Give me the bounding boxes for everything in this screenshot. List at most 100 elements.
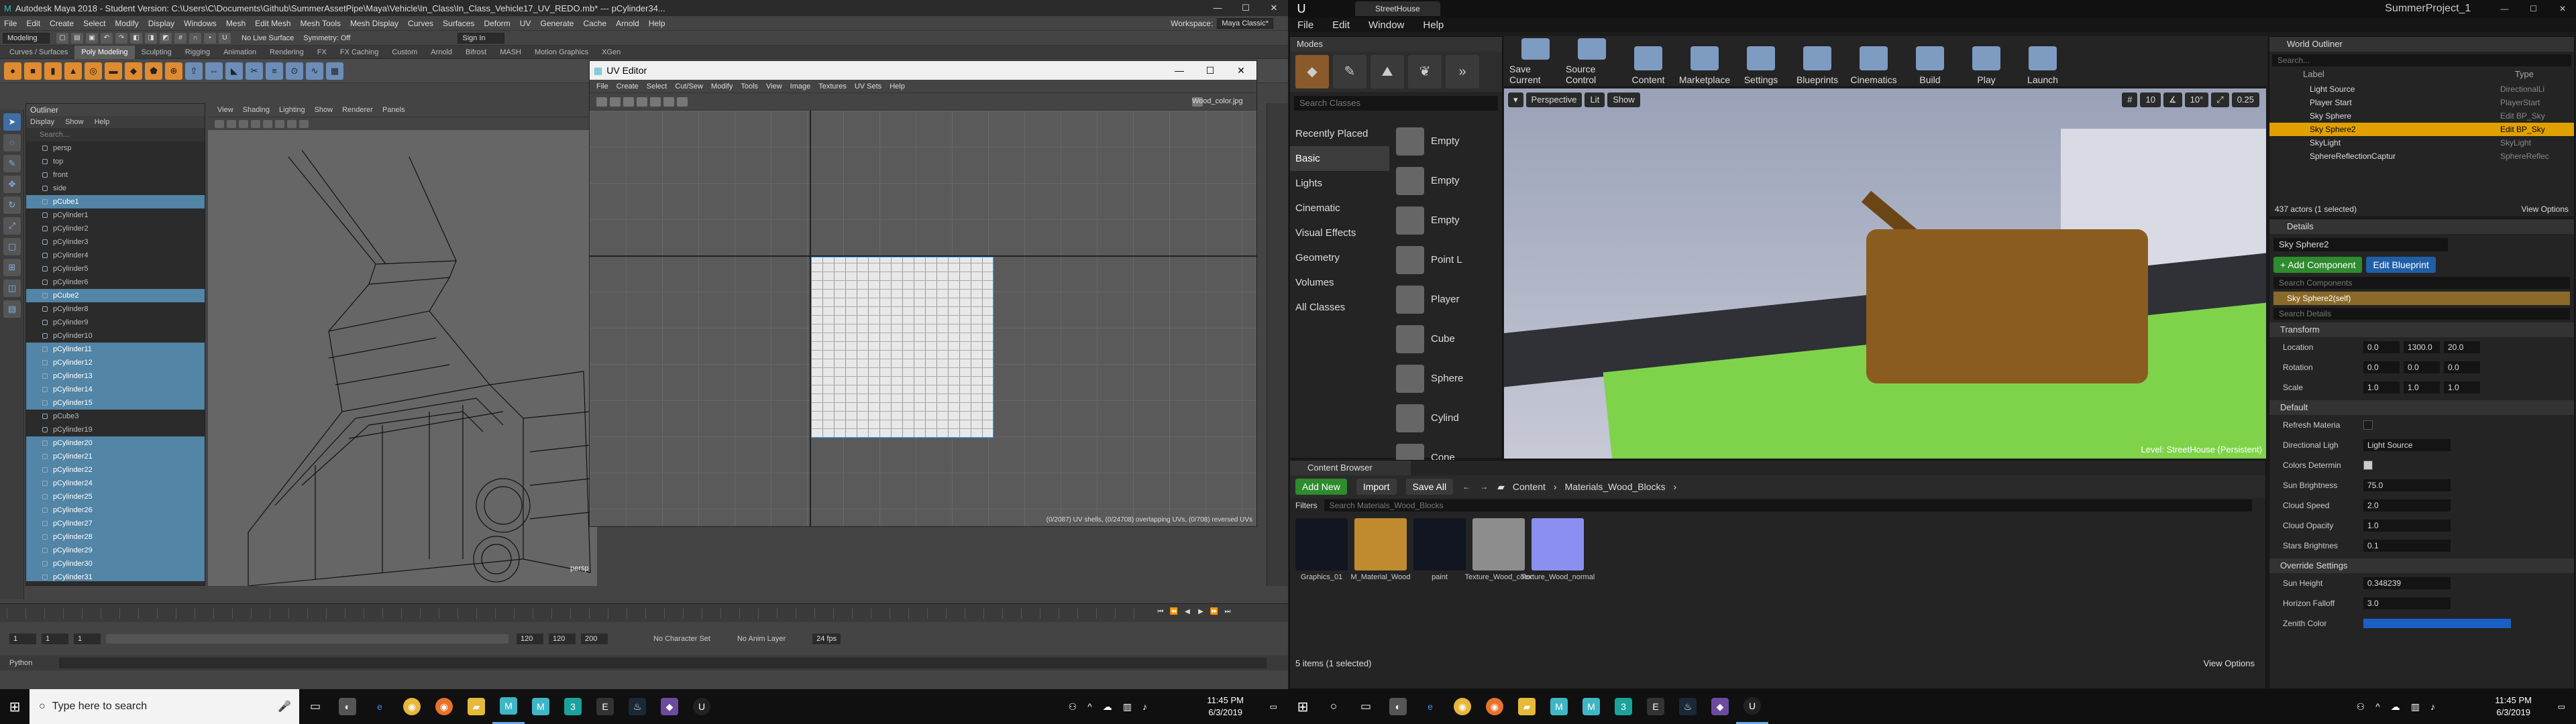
playback-button[interactable]: ⏩ <box>1209 608 1220 617</box>
playback-button[interactable]: ◀ <box>1182 608 1193 617</box>
viewport-menu-renderer[interactable]: Renderer <box>342 106 373 114</box>
select-object-icon[interactable]: ◨ <box>145 32 157 44</box>
command-input[interactable] <box>59 658 1267 668</box>
uv-menu-textures[interactable]: Textures <box>818 82 847 90</box>
mode-dropdown[interactable]: Modeling <box>3 32 50 44</box>
show-button[interactable]: Show <box>1607 93 1640 107</box>
chevron-up-icon[interactable]: ^ <box>1087 701 1092 712</box>
task-view-icon[interactable]: ▭ <box>299 689 331 724</box>
uv-menu-create[interactable]: Create <box>616 82 639 90</box>
outliner-item[interactable]: pCylinder5 <box>26 262 205 276</box>
network-icon-2[interactable]: ▥ <box>2411 701 2420 713</box>
uv-maximize-button[interactable]: ☐ <box>1195 65 1226 76</box>
uv-texture-tile[interactable] <box>811 257 994 438</box>
multi-cut-icon[interactable]: ✂ <box>246 62 263 80</box>
rotate-snap-icon[interactable]: ∡ <box>2163 93 2182 107</box>
uv-menu-tools[interactable]: Tools <box>741 82 758 90</box>
anim-layer[interactable]: No Anim Layer <box>737 635 786 643</box>
windows-start-icon[interactable]: ⊞ <box>0 689 30 724</box>
layout-outliner-icon[interactable]: ▤ <box>3 300 21 318</box>
grid-icon[interactable] <box>227 119 236 128</box>
toolbar-marketplace-button[interactable]: Marketplace <box>1678 38 1731 85</box>
maya-menu-curves[interactable]: Curves <box>408 19 433 28</box>
outliner-menu-display[interactable]: Display <box>30 118 54 126</box>
new-scene-icon[interactable]: ▢ <box>56 32 68 44</box>
extrude-icon[interactable]: ⇧ <box>185 62 203 80</box>
viewport-menu-panels[interactable]: Panels <box>382 106 405 114</box>
uv-snapshot-icon[interactable] <box>677 97 688 107</box>
uv-select-icon[interactable] <box>596 97 607 107</box>
world-outliner-tab[interactable]: World Outliner <box>2269 37 2574 52</box>
mode-category-all-classes[interactable]: All Classes <box>1290 295 1389 320</box>
shelf-tab-arnold[interactable]: Arnold <box>424 46 459 59</box>
grid-snap-icon[interactable]: # <box>2122 93 2138 107</box>
firefox-icon-2[interactable]: ◉ <box>1479 689 1511 724</box>
outliner-actor-row[interactable]: SphereReflectionCaptur SphereReflec <box>2269 149 2574 163</box>
perspective-button[interactable]: Perspective <box>1525 93 1582 107</box>
asset-tile[interactable]: paint <box>1413 518 1466 581</box>
scale-z[interactable]: 1.0 <box>2444 381 2480 394</box>
place-item[interactable]: Point L <box>1391 240 1499 280</box>
uv-menu-uv-sets[interactable]: UV Sets <box>855 82 881 90</box>
place-item[interactable]: Player <box>1391 280 1499 319</box>
outliner-item[interactable]: pCylinder10 <box>26 329 205 343</box>
range-end2-field[interactable]: 120 <box>549 634 576 644</box>
mode-category-cinematic[interactable]: Cinematic <box>1290 196 1389 221</box>
mode-category-volumes[interactable]: Volumes <box>1290 270 1389 295</box>
stars-brightness-field[interactable]: 0.1 <box>2363 540 2451 552</box>
shelf-tab-motion-graphics[interactable]: Motion Graphics <box>528 46 595 59</box>
filters-button[interactable]: Filters <box>1295 501 1318 510</box>
bevel-icon[interactable]: ◣ <box>225 62 243 80</box>
shelf-tab-custom[interactable]: Custom <box>385 46 424 59</box>
taskbar-search[interactable]: ○ Type here to search 🎤 <box>30 689 299 724</box>
toolbar-settings-button[interactable]: Settings <box>1735 38 1787 85</box>
mode-category-recently-placed[interactable]: Recently Placed <box>1290 121 1389 146</box>
ue-menu-edit[interactable]: Edit <box>1332 19 1350 31</box>
crumb-content[interactable]: Content <box>1513 481 1546 492</box>
chevron-right-icon[interactable]: › <box>1674 481 1677 492</box>
torus-tool-icon[interactable]: ◎ <box>85 62 102 80</box>
outliner-item[interactable]: pCylinder26 <box>26 503 205 517</box>
maya-menu-edit-mesh[interactable]: Edit Mesh <box>255 19 290 28</box>
ue-minimize-button[interactable]: — <box>2491 4 2518 13</box>
search-components-input[interactable]: Search Components <box>2273 277 2570 289</box>
save-scene-icon[interactable]: ▣ <box>86 32 98 44</box>
outliner-menu-help[interactable]: Help <box>95 118 110 126</box>
volume-icon[interactable]: ♪ <box>1142 701 1147 712</box>
taskbar-clock[interactable]: 11:45 PM 6/3/2019 <box>1207 695 1244 719</box>
lights-icon[interactable] <box>275 119 284 128</box>
directional-light-dropdown[interactable]: Light Source <box>2363 439 2451 451</box>
maya-menu-create[interactable]: Create <box>50 19 74 28</box>
rotate-tool-icon[interactable]: ↻ <box>3 196 21 214</box>
chrome-icon[interactable]: ◉ <box>396 689 428 724</box>
maya-menu-help[interactable]: Help <box>649 19 665 28</box>
search-classes-input[interactable]: Search Classes <box>1294 96 1498 111</box>
task-view-icon-2[interactable]: ▭ <box>1350 689 1382 724</box>
refresh-material-checkbox[interactable] <box>2363 420 2373 430</box>
place-item[interactable]: Empty <box>1391 121 1499 161</box>
sun-height-field[interactable]: 0.348239 <box>2363 577 2451 589</box>
transform-section[interactable]: Transform <box>2269 322 2574 337</box>
unreal-taskbar-icon[interactable]: U <box>686 689 718 724</box>
playback-button[interactable]: ⏭ <box>1222 608 1233 617</box>
view-options-button[interactable]: View Options <box>2204 658 2255 668</box>
uv-menu-modify[interactable]: Modify <box>711 82 733 90</box>
maya-taskbar-icon-2[interactable]: M <box>525 689 557 724</box>
outliner-item[interactable]: pCylinder15 <box>26 396 205 410</box>
viewport-menu-lighting[interactable]: Lighting <box>279 106 305 114</box>
shelf-tab-sculpting[interactable]: Sculpting <box>135 46 178 59</box>
place-item[interactable]: Cylind <box>1391 398 1499 438</box>
volume-icon-2[interactable]: ♪ <box>2430 701 2435 712</box>
shaded-icon[interactable] <box>251 119 260 128</box>
shelf-tab-rigging[interactable]: Rigging <box>178 46 217 59</box>
maya-taskbar-icon-4[interactable]: M <box>1575 689 1607 724</box>
range-start-field[interactable]: 1 <box>9 634 36 644</box>
command-language[interactable]: Python <box>9 659 32 667</box>
people-icon[interactable]: ⚇ <box>1069 701 1077 713</box>
uv-texture-name[interactable]: Wood_color.jpg <box>1192 97 1243 107</box>
geometry-mode-icon[interactable]: » <box>1446 55 1479 88</box>
lasso-tool-icon[interactable]: ◌ <box>3 134 21 152</box>
toolbar-cinematics-button[interactable]: Cinematics <box>1847 38 1900 85</box>
maya-menu-generate[interactable]: Generate <box>540 19 574 28</box>
playback-button[interactable]: ⏪ <box>1169 608 1179 617</box>
